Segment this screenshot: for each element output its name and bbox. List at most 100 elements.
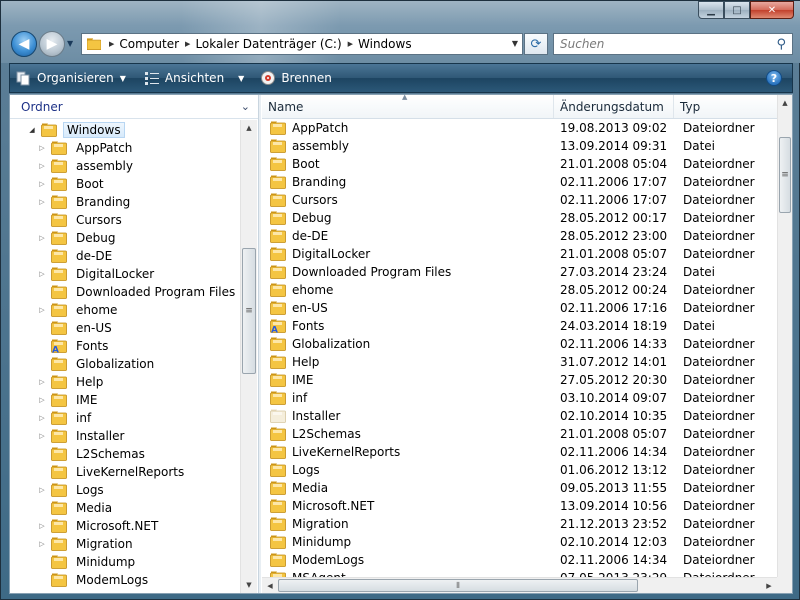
list-item[interactable]: Cursors 02.11.2006 17:07 Dateiordner [262,191,777,209]
expand-triangle-icon[interactable]: ▷ [37,486,47,494]
tree-item[interactable]: en-US [37,319,115,337]
tree-item[interactable]: ▷ Branding [37,193,133,211]
list-item[interactable]: ehome 28.05.2012 00:24 Dateiordner [262,281,777,299]
tree-item[interactable]: ▷ DigitalLocker [37,265,157,283]
list-item[interactable]: DigitalLocker 21.01.2008 05:07 Dateiordner [262,245,777,263]
scroll-left-arrow-icon[interactable]: ◀ [262,578,278,593]
tree-item[interactable]: ▷ ehome [37,301,120,319]
tree-item[interactable]: Globalization [37,355,157,373]
list-item[interactable]: Globalization 02.11.2006 14:33 Dateiordner [262,335,777,353]
list-item[interactable]: L2Schemas 21.01.2008 05:07 Dateiordner [262,425,777,443]
organize-button[interactable]: Organisieren ▼ [10,66,132,90]
list-item[interactable]: Media 09.05.2013 11:55 Dateiordner [262,479,777,497]
help-button[interactable]: ? [766,70,782,86]
expand-triangle-icon[interactable]: ▷ [37,162,47,170]
expand-triangle-icon[interactable]: ▷ [37,306,47,314]
tree-item[interactable]: ▷ inf [37,409,94,427]
list-vertical-scrollbar[interactable]: ▲ ≡ [777,95,792,577]
refresh-button[interactable]: ⟳ [524,33,548,55]
chevron-down-icon[interactable]: ⌄ [241,100,250,113]
scroll-up-arrow-icon[interactable]: ▲ [241,120,257,136]
list-item[interactable]: Migration 21.12.2013 23:52 Dateiordner [262,515,777,533]
tree-item-selected[interactable]: ◢ Windows [27,121,125,139]
scroll-down-arrow-icon[interactable]: ▼ [241,577,257,593]
tree-item[interactable]: ModemLogs [37,571,151,589]
address-bar[interactable]: ▶ Computer ▶ Lokaler Datenträger (C:) ▶ Windo… [81,33,523,55]
list-item[interactable]: Installer 02.10.2014 10:35 Dateiordner [262,407,777,425]
expand-triangle-icon[interactable]: ▷ [37,540,47,548]
list-hscroll-thumb[interactable]: ⦀ [278,579,638,592]
list-item[interactable]: Microsoft.NET 13.09.2014 10:56 Dateiordner [262,497,777,515]
tree-item[interactable]: ▷ Boot [37,175,107,193]
tree-item[interactable]: ▷ assembly [37,157,136,175]
breadcrumb-arrow-icon[interactable]: ▶ [109,40,114,48]
tree-item[interactable]: ▷ Debug [37,229,118,247]
tree-item[interactable]: L2Schemas [37,445,148,463]
breadcrumb-item[interactable]: ▶ Windows [348,37,412,51]
expand-triangle-icon[interactable]: ▷ [37,234,47,242]
breadcrumb-arrow-icon[interactable]: ▶ [348,40,353,48]
expand-triangle-icon[interactable]: ▷ [37,522,47,530]
tree-item[interactable]: de-DE [37,247,115,265]
tree-item[interactable]: A Fonts [37,337,111,356]
views-button[interactable]: Ansichten ▼ [138,66,250,90]
recent-pages-dropdown[interactable]: ▼ [67,39,77,49]
expand-triangle-icon[interactable]: ▷ [37,198,47,206]
list-item[interactable]: assembly 13.09.2014 09:31 Datei [262,137,777,155]
list-item[interactable]: Logs 01.06.2012 13:12 Dateiordner [262,461,777,479]
tree-item[interactable]: ▷ Logs [37,481,107,499]
list-item[interactable]: Help 31.07.2012 14:01 Dateiordner [262,353,777,371]
expand-triangle-icon[interactable]: ▷ [37,414,47,422]
tree-item[interactable]: Downloaded Program Files [37,283,238,301]
folders-header[interactable]: Ordner ⌄ [10,95,258,119]
forward-button[interactable]: ▶ [39,31,65,57]
list-item[interactable]: Branding 02.11.2006 17:07 Dateiordner [262,173,777,191]
tree-vertical-scrollbar[interactable]: ▲ ≡ ▼ [240,120,257,593]
list-item[interactable]: AppPatch 19.08.2013 09:02 Dateiordner [262,119,777,137]
tree-item[interactable]: ▷ IME [37,391,100,409]
tree-item[interactable]: ▷ Help [37,373,106,391]
maximize-button[interactable]: □ [724,1,750,19]
list-scroll-up-arrow-icon[interactable]: ▲ [778,95,792,111]
expand-triangle-icon[interactable]: ▷ [37,432,47,440]
tree-item[interactable]: ▷ Microsoft.NET [37,517,161,535]
tree-item[interactable]: ▷ Installer [37,427,127,445]
list-item[interactable]: LiveKernelReports 02.11.2006 14:34 Dateior… [262,443,777,461]
list-item[interactable]: A Fonts 24.03.2014 18:19 Datei [262,317,777,336]
breadcrumb-item[interactable]: ▶ Lokaler Datenträger (C:) [185,37,342,51]
list-item[interactable]: en-US 02.11.2006 17:16 Dateiordner [262,299,777,317]
expand-triangle-icon[interactable]: ▷ [37,378,47,386]
list-item[interactable]: Minidump 02.10.2014 12:03 Dateiordner [262,533,777,551]
list-item[interactable]: ModemLogs 02.11.2006 14:34 Dateiordner [262,551,777,569]
expand-triangle-icon[interactable]: ▷ [37,180,47,188]
back-button[interactable]: ◀ [11,31,37,57]
address-dropdown-icon[interactable]: ▼ [512,39,518,48]
breadcrumb-item[interactable]: ▶ Computer [109,37,179,51]
list-item[interactable]: IME 27.05.2012 20:30 Dateiordner [262,371,777,389]
search-icon[interactable]: ⚲ [776,37,786,52]
list-scroll-thumb[interactable]: ≡ [779,137,791,213]
list-horizontal-scrollbar[interactable]: ◀ ⦀ ▶ [262,577,777,593]
pane-splitter[interactable] [258,95,261,593]
burn-button[interactable]: Brennen [254,66,337,90]
expand-triangle-icon[interactable]: ▷ [37,396,47,404]
minimize-button[interactable]: ▁ [698,1,724,19]
scroll-right-arrow-icon[interactable]: ▶ [761,578,777,593]
column-date[interactable]: Änderungsdatum [554,95,674,118]
tree-item[interactable]: Cursors [37,211,125,229]
tree-item[interactable]: ▷ Migration [37,535,136,553]
search-input[interactable] [554,34,764,54]
list-item[interactable]: de-DE 28.05.2012 23:00 Dateiordner [262,227,777,245]
tree-item[interactable]: LiveKernelReports [37,463,187,481]
column-type[interactable]: Typ [674,95,777,118]
tree-item[interactable]: Minidump [37,553,138,571]
tree-item[interactable]: ▷ AppPatch [37,139,135,157]
list-item[interactable]: inf 03.10.2014 09:07 Dateiordner [262,389,777,407]
list-item[interactable]: Debug 28.05.2012 00:17 Dateiordner [262,209,777,227]
list-item[interactable]: MSAgent 07.05.2013 23:29 Dateiordner [262,569,777,577]
close-button[interactable]: ✕ [750,1,794,19]
tree-scroll-thumb[interactable]: ≡ [242,248,256,374]
list-item[interactable]: Boot 21.01.2008 05:04 Dateiordner [262,155,777,173]
collapse-triangle-icon[interactable]: ◢ [27,126,37,134]
expand-triangle-icon[interactable]: ▷ [37,144,47,152]
